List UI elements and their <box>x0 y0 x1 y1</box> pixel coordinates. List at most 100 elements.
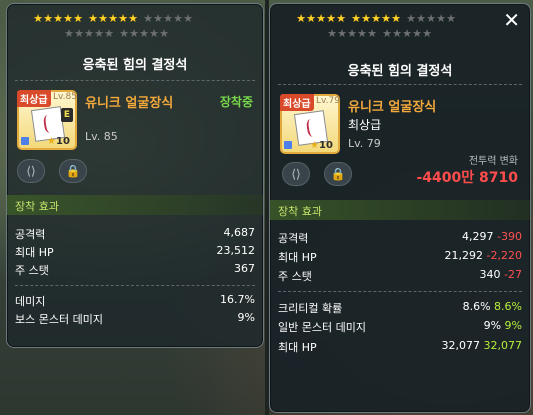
stat-name: 최대 HP <box>278 341 317 354</box>
stat-value-group: 8.6% 8.6% <box>463 300 522 313</box>
star-empty-icon: ★ <box>143 12 153 25</box>
compare-item-tooltip: ★ ★ ★ ★ ★ ★ ★ ★ ★ ★ ★ ★ ★ ★ ★ ★ ★ ★ ★ ★ ★ ★ ★ ★ ★ ✕ 응축된 힘의 결정석 … <box>269 3 531 413</box>
stat-value-group: 9% 9% <box>484 319 522 332</box>
stat-name: 크리티컬 확률 <box>278 302 343 315</box>
divider <box>278 291 522 292</box>
star-empty-icon: ★ <box>149 27 159 40</box>
stat-name: 주 스탯 <box>278 270 312 283</box>
star-force-row-2: ★ ★ ★ ★ ★ ★ ★ ★ ★ ★ <box>327 28 432 39</box>
divider <box>15 285 255 286</box>
share-button[interactable]: ⟨⟩ <box>17 159 45 183</box>
star-empty-icon: ★ <box>402 27 412 40</box>
star-force-row-2: ★ ★ ★ ★ ★ ★ ★ ★ ★ ★ <box>64 28 169 39</box>
equipped-item-tooltip: ★ ★ ★ ★ ★ ★ ★ ★ ★ ★ ★ ★ ★ ★ ★ ★ ★ ★ ★ ★ ★ ★ ★ ★ ★ 응축된 힘의 결정석 최상… <box>6 3 264 348</box>
stat-value-group: 4,297 -390 <box>462 230 522 243</box>
stat-diff: 9% <box>504 319 522 332</box>
stat-value: 16.7% <box>220 293 255 306</box>
stat-value: 4,687 <box>223 226 256 239</box>
share-icon: ⟨⟩ <box>26 164 36 178</box>
stat-row: 공격력 4,687 <box>15 224 255 242</box>
star-filled-icon: ★ <box>316 12 326 25</box>
stat-diff: -27 <box>504 268 522 281</box>
star-filled-icon: ★ <box>371 12 381 25</box>
equip-effect-header: 장착 효과 <box>270 200 530 220</box>
star-filled-icon: ★ <box>306 12 316 25</box>
star-empty-icon: ★ <box>129 27 139 40</box>
share-button[interactable]: ⟨⟩ <box>282 162 310 186</box>
star-empty-icon: ★ <box>94 27 104 40</box>
lock-button[interactable]: 🔒 <box>324 162 352 186</box>
item-level: Lv. 85 <box>85 130 118 143</box>
star-empty-icon: ★ <box>74 27 84 40</box>
stat-value: 23,512 <box>216 244 256 257</box>
icon-level-tag: Lv.85 <box>53 92 77 102</box>
stat-value: 21,292 <box>444 249 484 262</box>
stat-row: 최대 HP 32,077 32,077 <box>278 337 522 355</box>
stat-value-group: 340 -27 <box>480 268 522 281</box>
star-icon: ★ <box>47 136 56 147</box>
lock-icon: 🔒 <box>330 167 346 181</box>
stat-row: 최대 HP 21,292 -2,220 <box>278 247 522 265</box>
star-filled-icon: ★ <box>73 12 83 25</box>
stat-name: 최대 HP <box>15 246 54 259</box>
stat-value: 9% <box>237 311 255 324</box>
star-filled-icon: ★ <box>391 12 401 25</box>
stat-value: 4,297 <box>462 230 494 243</box>
star-filled-icon: ★ <box>88 12 98 25</box>
star-empty-icon: ★ <box>382 27 392 40</box>
star-force-row-1: ★ ★ ★ ★ ★ ★ ★ ★ ★ ★ ★ ★ ★ ★ ★ <box>33 13 193 24</box>
stat-diff: 32,077 <box>483 339 523 352</box>
icon-star-count: 10 <box>56 136 70 147</box>
star-empty-icon: ★ <box>416 12 426 25</box>
star-empty-icon: ★ <box>64 27 74 40</box>
stat-name: 공격력 <box>15 228 46 241</box>
star-empty-icon: ★ <box>446 12 456 25</box>
star-filled-icon: ★ <box>118 12 128 25</box>
stat-name: 공격력 <box>278 232 309 245</box>
stat-value: 32,077 <box>441 339 481 352</box>
close-button[interactable]: ✕ <box>503 10 520 30</box>
stat-value-group: 32,077 32,077 <box>442 339 523 352</box>
stat-name: 주 스탯 <box>15 264 49 277</box>
star-empty-icon: ★ <box>406 12 416 25</box>
grade-tag: 최상급 <box>280 94 314 111</box>
star-filled-icon: ★ <box>98 12 108 25</box>
section-label: 장착 효과 <box>278 205 322 218</box>
stat-row: 보스 몬스터 데미지 9% <box>15 309 255 327</box>
stat-row: 크리티컬 확률 8.6% 8.6% <box>278 298 522 316</box>
equip-effect-header: 장착 효과 <box>7 195 263 215</box>
item-title: 응축된 힘의 결정석 <box>347 64 453 79</box>
share-icon: ⟨⟩ <box>291 167 301 181</box>
lock-icon: 🔒 <box>65 164 81 178</box>
star-filled-icon: ★ <box>63 12 73 25</box>
blue-square-icon <box>284 141 292 149</box>
star-empty-icon: ★ <box>392 27 402 40</box>
divider <box>278 84 522 85</box>
star-empty-icon: ★ <box>104 27 114 40</box>
item-title: 응축된 힘의 결정석 <box>82 58 188 73</box>
stat-row: 주 스탯 367 <box>15 260 255 278</box>
star-filled-icon: ★ <box>326 12 336 25</box>
star-empty-icon: ★ <box>426 12 436 25</box>
star-empty-icon: ★ <box>347 27 357 40</box>
star-empty-icon: ★ <box>436 12 446 25</box>
star-empty-icon: ★ <box>337 27 347 40</box>
item-name: 유니크 얼굴장식 <box>348 100 437 115</box>
equip-badge-icon: E <box>61 108 73 122</box>
star-filled-icon: ★ <box>43 12 53 25</box>
lock-button[interactable]: 🔒 <box>59 159 87 183</box>
item-level: Lv. 79 <box>348 137 381 150</box>
star-empty-icon: ★ <box>327 27 337 40</box>
stat-diff: 8.6% <box>494 300 522 313</box>
stat-value: 9% <box>483 319 502 332</box>
stat-value: 340 <box>479 268 501 281</box>
item-icon-frame: 최상급 Lv.79 ★ 10 <box>280 94 340 154</box>
star-filled-icon: ★ <box>128 12 138 25</box>
star-icon: ★ <box>310 140 319 151</box>
item-icon-frame: 최상급 Lv.85 E ★ 10 <box>17 90 77 150</box>
star-filled-icon: ★ <box>33 12 43 25</box>
stat-value-group: 21,292 -2,220 <box>445 249 522 262</box>
stat-value: 8.6% <box>462 300 491 313</box>
item-grade: 최상급 <box>348 118 382 132</box>
blue-square-icon <box>21 137 29 145</box>
